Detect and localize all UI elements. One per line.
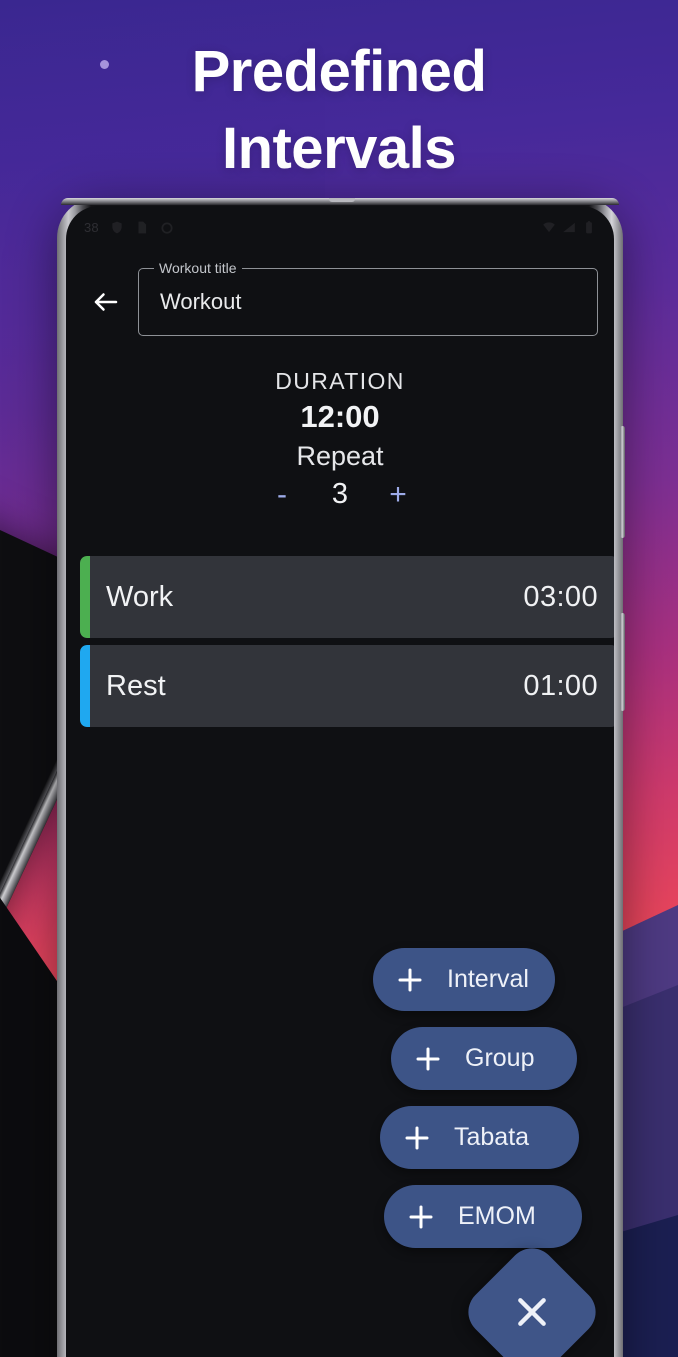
workout-title-value[interactable]: Workout (160, 289, 242, 315)
app-bar: Workout title Workout (66, 259, 614, 336)
shield-icon (112, 221, 122, 233)
close-icon (518, 1298, 546, 1326)
headline-line-2: Intervals (221, 115, 457, 181)
workout-title-field[interactable]: Workout title Workout (138, 259, 598, 336)
status-bar-clock: 38 (84, 219, 99, 235)
add-emom-button[interactable]: EMOM (384, 1185, 582, 1248)
repeat-count-value: 3 (331, 478, 349, 510)
headline-line-1: Predefined (191, 39, 487, 104)
interval-accent-bar (80, 645, 90, 727)
add-tabata-label: Tabata (454, 1123, 530, 1151)
battery-icon (586, 220, 592, 233)
plus-icon (409, 1205, 433, 1228)
arrow-left-icon (94, 293, 118, 311)
repeat-increment-button[interactable]: + (385, 479, 411, 510)
workout-summary: DURATION 12:00 Repeat - 3 + (66, 368, 614, 511)
status-bar-left: 38 (84, 220, 174, 235)
interval-list: Work 03:00 Rest 01:00 (80, 556, 614, 734)
phone-mockup: 38 Workout title Workout DURATION 12:00 … (57, 198, 625, 1357)
repeat-label: Repeat (296, 441, 384, 471)
phone-screen: 38 Workout title Workout DURATION 12:00 … (66, 206, 614, 1357)
workout-title-label: Workout title (159, 260, 237, 276)
phone-earpiece-notch (328, 198, 355, 202)
interval-name: Work (106, 580, 174, 613)
interval-name: Rest (106, 669, 166, 702)
add-emom-label: EMOM (458, 1202, 536, 1230)
cellular-signal-icon (563, 222, 575, 232)
file-icon (138, 221, 146, 233)
interval-duration: 03:00 (523, 580, 598, 613)
repeat-stepper: - 3 + (66, 478, 614, 511)
wifi-icon (543, 221, 555, 232)
table-row[interactable]: Rest 01:00 (80, 645, 614, 727)
back-button[interactable] (84, 280, 128, 324)
plus-icon (398, 968, 422, 991)
duration-label: DURATION (275, 368, 405, 394)
add-group-label: Group (465, 1044, 535, 1072)
repeat-decrement-button[interactable]: - (269, 479, 295, 510)
duration-value: 12:00 (300, 399, 380, 434)
page-title: Predefined Intervals (0, 34, 678, 187)
add-group-button[interactable]: Group (391, 1027, 577, 1090)
workout-title-field-label-notch: Workout title (154, 259, 242, 277)
close-speed-dial-button[interactable] (458, 1238, 606, 1357)
interval-duration: 01:00 (523, 669, 598, 702)
status-bar: 38 (66, 214, 614, 240)
add-interval-button[interactable]: Interval (373, 948, 555, 1011)
circle-icon (161, 222, 173, 234)
phone-power-button[interactable] (620, 613, 625, 711)
add-tabata-button[interactable]: Tabata (380, 1106, 579, 1169)
phone-volume-button[interactable] (620, 426, 625, 538)
add-interval-label: Interval (447, 965, 529, 993)
interval-accent-bar (80, 556, 90, 638)
status-bar-right (542, 220, 596, 235)
plus-icon (416, 1047, 440, 1070)
plus-icon (405, 1126, 429, 1149)
table-row[interactable]: Work 03:00 (80, 556, 614, 638)
